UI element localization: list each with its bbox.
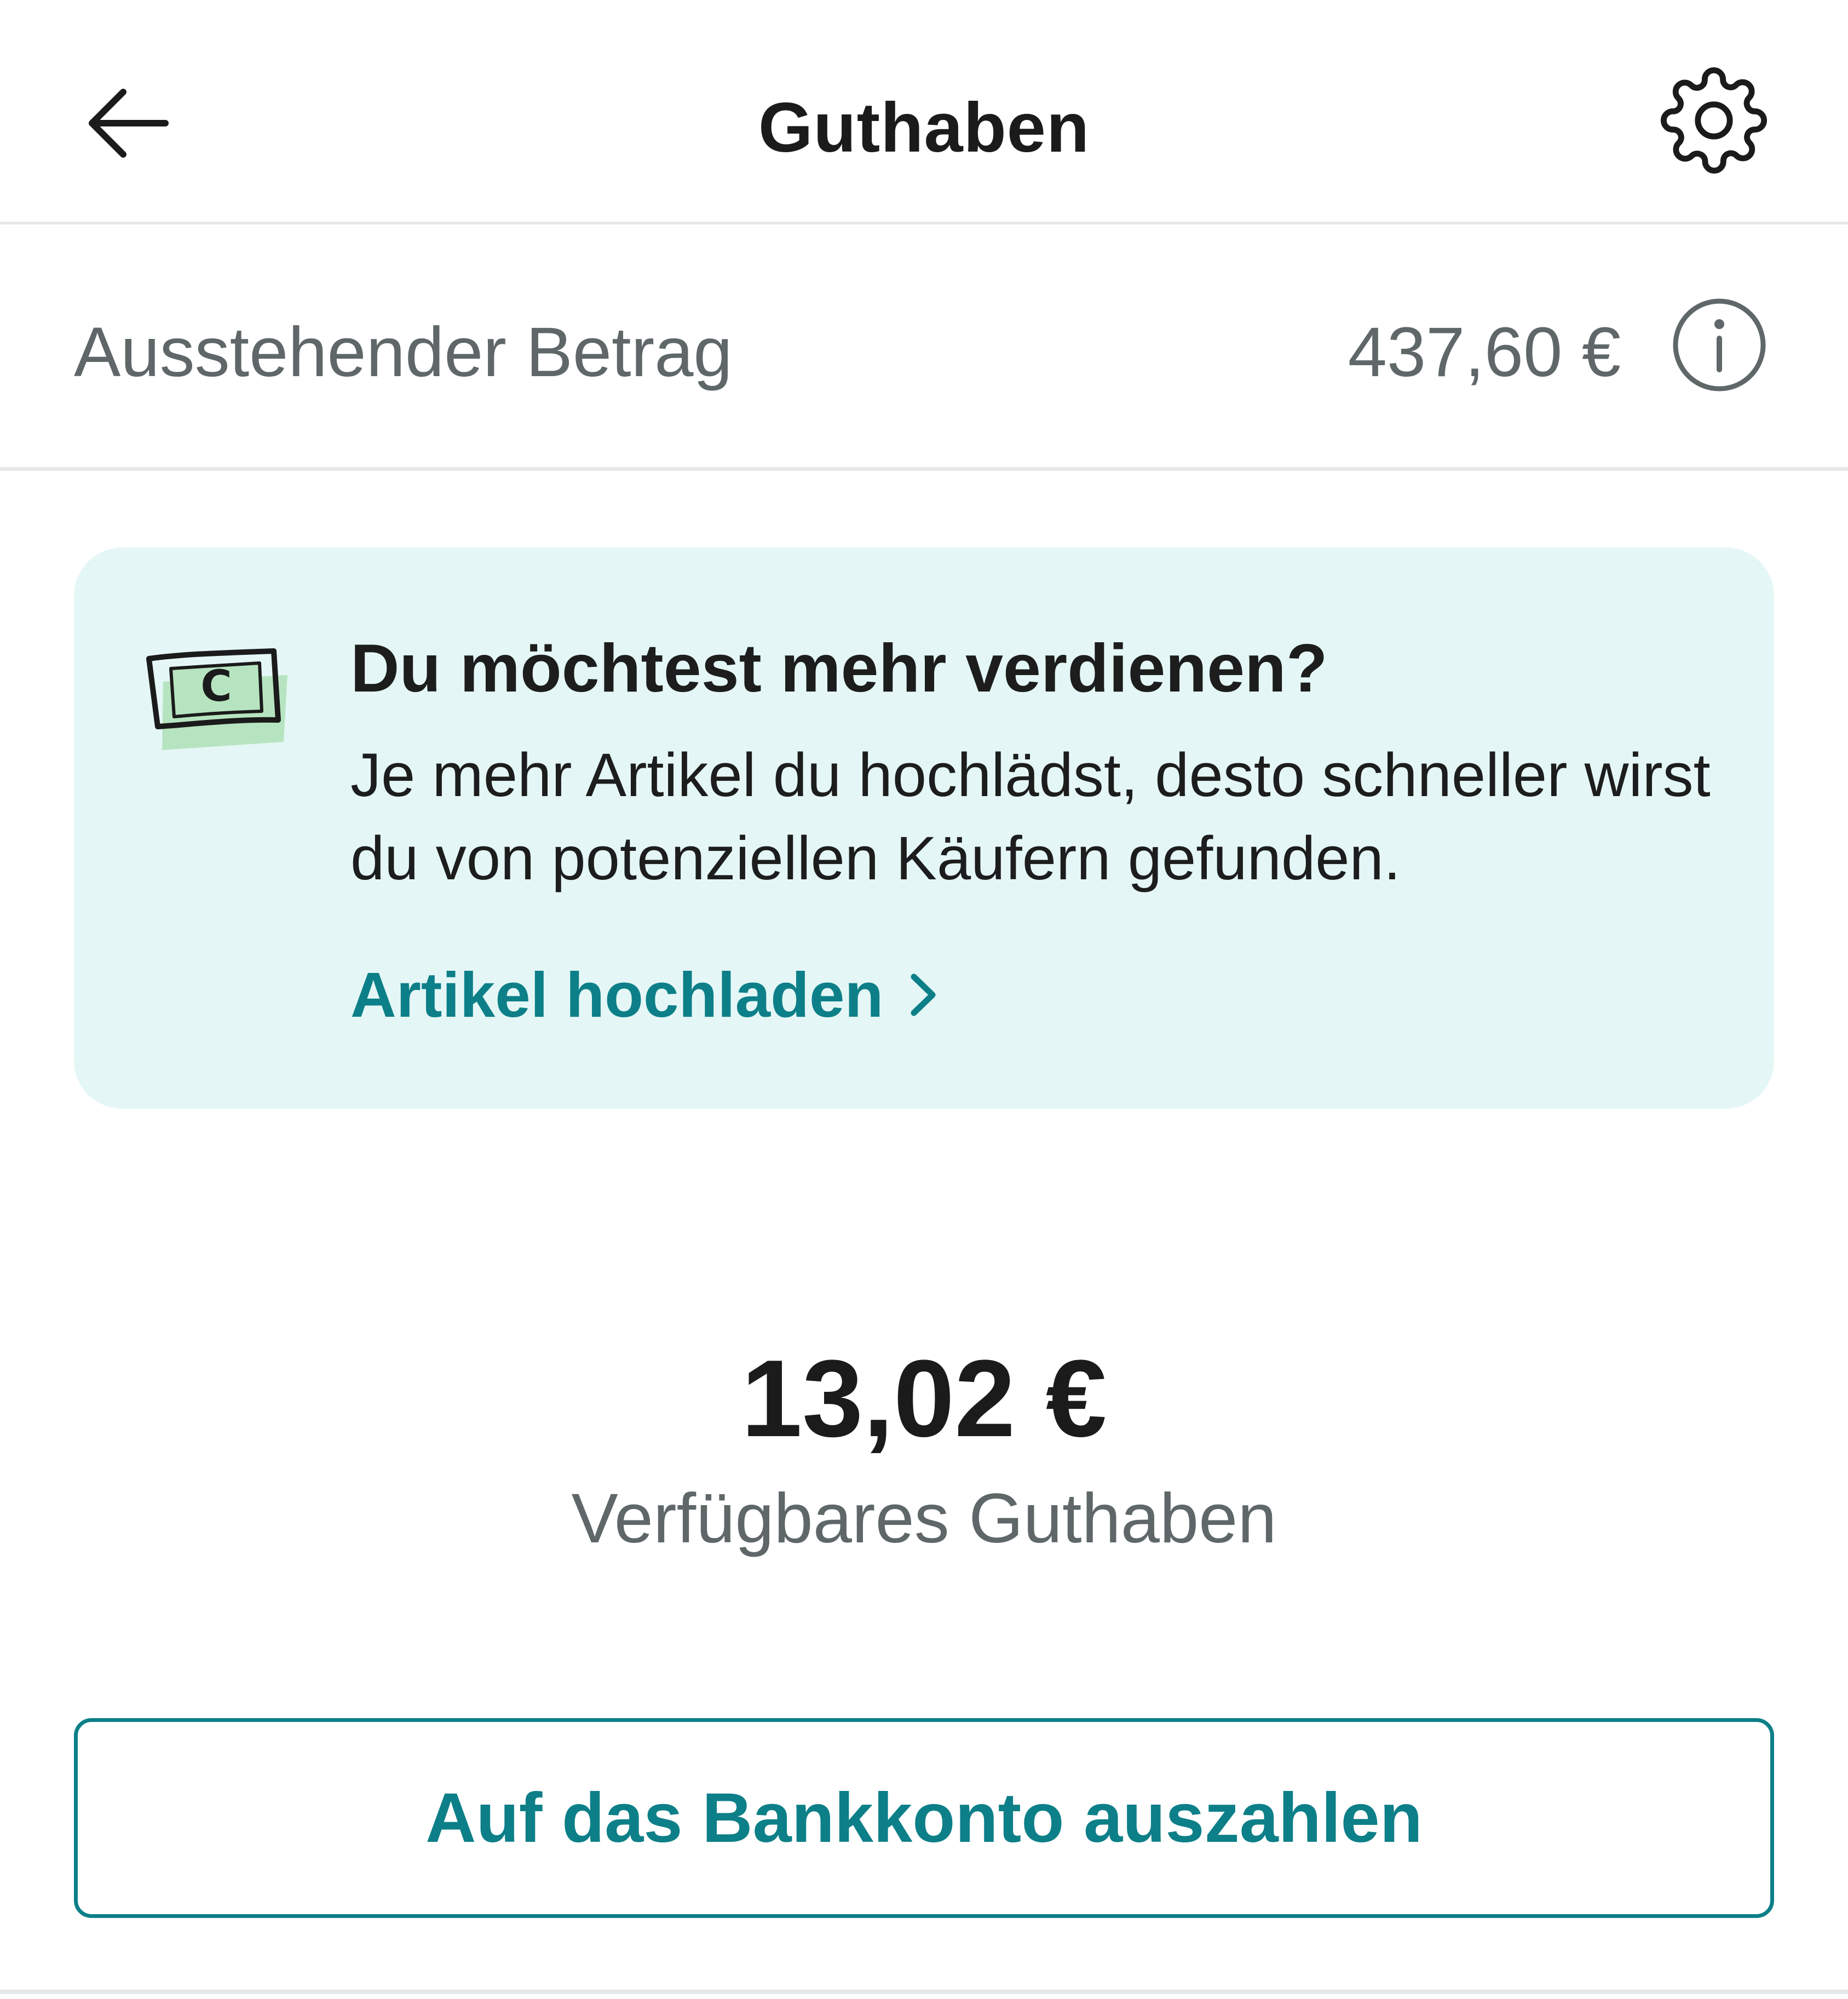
available-balance-label: Verfügbares Guthaben	[571, 1479, 1277, 1558]
chevron-right-icon	[911, 973, 936, 1016]
top-app-bar: Guthaben	[0, 0, 1848, 224]
upload-items-link-label: Artikel hochladen	[350, 959, 884, 1030]
settings-button[interactable]	[1659, 66, 1769, 175]
gear-icon	[1660, 67, 1768, 174]
payout-to-bank-button[interactable]: Auf das Bankkonto auszahlen	[74, 1718, 1774, 1918]
pending-amount-value: 437,60 €	[1348, 313, 1621, 391]
upload-items-link[interactable]: Artikel hochladen	[350, 958, 942, 1032]
promo-title: Du möchtest mehr verdienen?	[350, 631, 1328, 706]
pending-amount-row: Ausstehender Betrag 437,60 €	[0, 224, 1848, 471]
info-icon	[1673, 298, 1766, 391]
available-balance-amount: 13,02 €	[741, 1338, 1107, 1460]
promo-description: Je mehr Artikel du hochlädst, desto schn…	[350, 741, 1711, 892]
banknote-icon: C	[146, 648, 287, 750]
earn-more-card: C Du möchtest mehr verdienen? Je mehr Ar…	[74, 548, 1774, 1109]
bottom-divider	[0, 1990, 1848, 1994]
banknote-letter: C	[200, 662, 232, 711]
info-button[interactable]	[1670, 296, 1769, 394]
pending-amount-label: Ausstehender Betrag	[74, 313, 733, 391]
page-title: Guthaben	[758, 89, 1090, 167]
